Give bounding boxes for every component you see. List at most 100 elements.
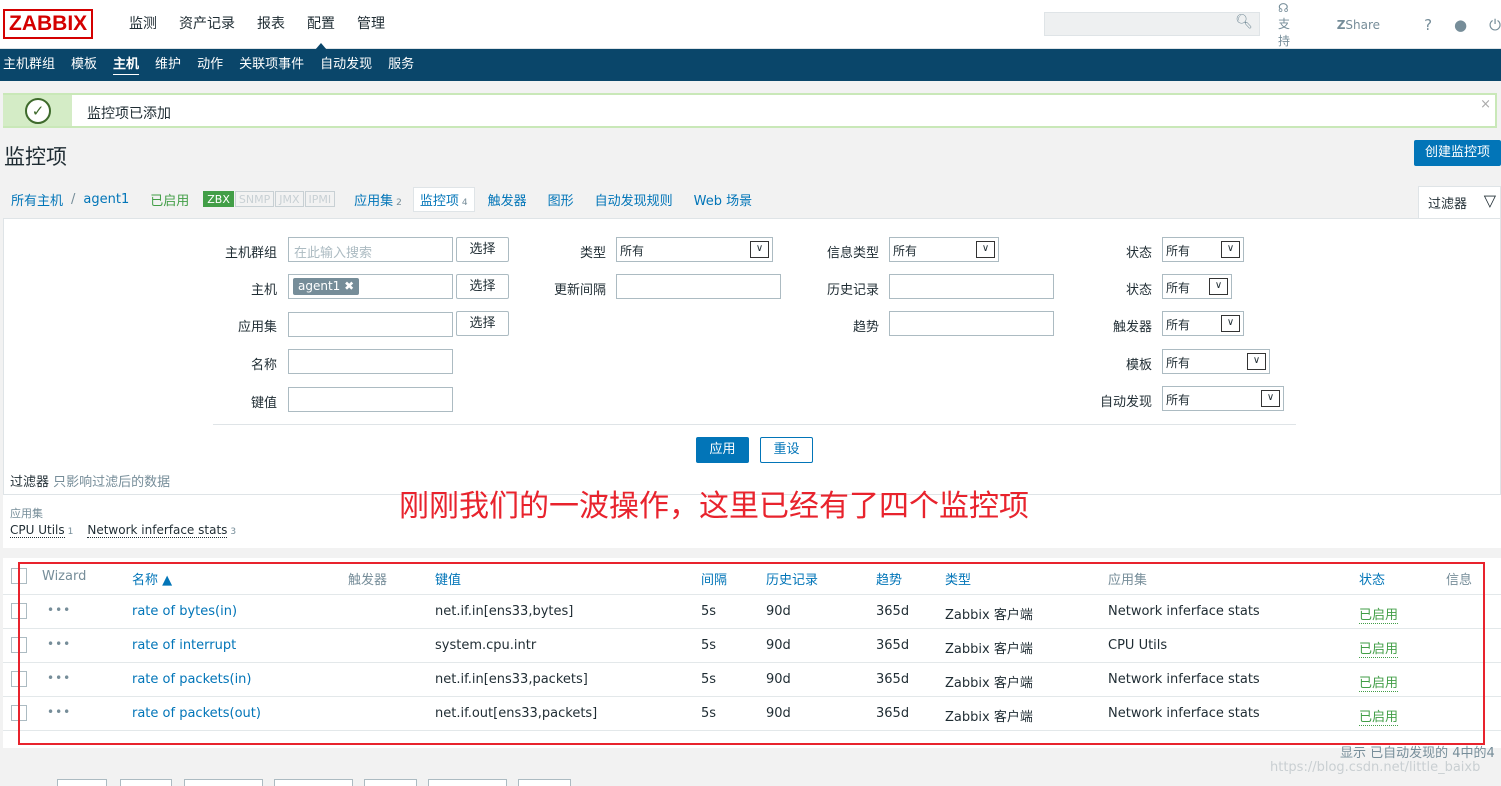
search-icon[interactable]: 🔍︎ [1235, 14, 1253, 30]
subnav-actions[interactable]: 动作 [194, 49, 234, 81]
discovery-select-value: 所有 [1166, 393, 1191, 407]
success-icon-box: ✓ [3, 95, 72, 126]
host-group-select-button[interactable]: 选择 [456, 237, 509, 262]
application-link[interactable]: Network inferface stats [87, 523, 228, 538]
subnav-maintenance[interactable]: 维护 [152, 49, 192, 81]
trends-input[interactable] [889, 311, 1054, 336]
host-multiselect[interactable]: agent1 ✖ [288, 274, 453, 299]
support-label: 支持 [1278, 16, 1291, 48]
history-input[interactable] [889, 274, 1054, 299]
annotation-highlight-box [18, 562, 1485, 745]
host-label: 主机 [250, 283, 277, 298]
type-select[interactable]: 所有 ∨ [616, 237, 773, 262]
status-select[interactable]: 所有 ∨ [1162, 237, 1244, 262]
ipmi-tag: IPMI [304, 191, 336, 207]
support-link[interactable]: ☊ 支持 [1278, 1, 1315, 49]
subnav-services[interactable]: 服务 [385, 49, 425, 81]
subnav-hosts[interactable]: 主机 [110, 49, 150, 81]
tab-applications-label: 应用集 [354, 193, 394, 209]
global-search-input[interactable]: 🔍︎ [1044, 12, 1260, 36]
tab-items[interactable]: 监控项 4 [412, 186, 475, 212]
subnav-event-correlation[interactable]: 关联项事件 [236, 49, 315, 81]
breadcrumb-all-hosts[interactable]: 所有主机 [11, 190, 63, 209]
availability-tags: ZBX SNMP JMX IPMI [203, 191, 336, 207]
application-link[interactable]: CPU Utils [10, 523, 65, 538]
tab-triggers[interactable]: 触发器 [488, 190, 527, 209]
state-select-value: 所有 [1166, 281, 1191, 295]
host-chip-label: agent1 [298, 279, 341, 293]
apply-button[interactable]: 应用 [696, 437, 749, 463]
filter-tab[interactable]: 过滤器 ▽ [1418, 186, 1501, 218]
chevron-down-icon: ∨ [750, 241, 769, 258]
host-group-label: 主机群组 [224, 246, 277, 261]
close-icon[interactable]: × [1480, 97, 1491, 112]
nav-monitoring[interactable]: 监测 [118, 0, 168, 49]
remove-icon[interactable]: ✖ [344, 279, 354, 293]
table-footer-info: 显示 已自动发现的 4中的4 [1340, 746, 1495, 761]
state-select[interactable]: 所有 ∨ [1162, 274, 1232, 299]
name-label: 名称 [250, 358, 277, 373]
sub-nav: 主机群组 模板 主机 维护 动作 关联项事件 自动发现 服务 [0, 49, 1501, 81]
annotation-text: 刚刚我们的一波操作，这里已经有了四个监控项 [399, 489, 1029, 524]
template-select[interactable]: 所有 ∨ [1162, 349, 1270, 374]
tab-graphs[interactable]: 图形 [548, 190, 574, 209]
mass-action-button[interactable] [57, 779, 107, 786]
mass-action-button[interactable] [120, 779, 172, 786]
reset-button[interactable]: 重设 [760, 437, 813, 463]
discovery-select[interactable]: 所有 ∨ [1162, 386, 1284, 411]
type-select-value: 所有 [620, 244, 645, 258]
success-message-text: 监控项已添加 [87, 106, 171, 122]
zabbix-logo[interactable]: ZABBIX [3, 9, 94, 39]
discovery-label: 自动发现 [1099, 395, 1152, 410]
help-icon[interactable]: ? [1424, 16, 1432, 34]
history-label: 历史记录 [826, 283, 879, 298]
share-link[interactable]: ZShare [1337, 18, 1402, 32]
user-profile-icon[interactable]: ● [1454, 16, 1467, 34]
application-label: 应用集 [237, 320, 277, 335]
info-type-select[interactable]: 所有 ∨ [889, 237, 999, 262]
subnav-discovery[interactable]: 自动发现 [317, 49, 383, 81]
chevron-down-icon: ∨ [1209, 278, 1228, 295]
update-interval-input[interactable] [616, 274, 781, 299]
filter-note: 过滤器 只影响过滤后的数据 [10, 471, 170, 490]
nav-configuration[interactable]: 配置 [296, 0, 346, 50]
host-status-enabled[interactable]: 已启用 [150, 190, 189, 209]
tab-applications[interactable]: 应用集 2 [354, 190, 402, 209]
nav-administration[interactable]: 管理 [346, 0, 396, 49]
mass-action-button[interactable] [184, 779, 263, 786]
key-input[interactable] [288, 387, 453, 412]
jmx-tag: JMX [275, 191, 304, 207]
funnel-icon: ▽ [1483, 191, 1496, 210]
share-label: Share [1345, 17, 1381, 32]
nav-reports[interactable]: 报表 [246, 0, 296, 49]
mass-action-button[interactable] [274, 779, 353, 786]
top-bar: ZABBIX 监测 资产记录 报表 配置 管理 🔍︎ ☊ 支持 ZShare ?… [0, 0, 1501, 50]
zbx-tag: ZBX [203, 191, 234, 207]
mass-action-button[interactable] [428, 779, 507, 786]
triggers-select-value: 所有 [1166, 318, 1191, 332]
name-input[interactable] [288, 349, 453, 374]
host-group-input[interactable]: 在此输入搜索 [288, 237, 453, 262]
headset-icon: ☊ [1278, 0, 1289, 15]
snmp-tag: SNMP [234, 191, 275, 207]
tab-discovery-rules[interactable]: 自动发现规则 [595, 190, 673, 209]
sign-out-icon[interactable]: ⏻ [1489, 16, 1501, 34]
tab-web-scenarios[interactable]: Web 场景 [694, 190, 752, 209]
tab-applications-count: 2 [396, 197, 402, 208]
mass-action-button[interactable] [518, 779, 571, 786]
host-select-button[interactable]: 选择 [456, 274, 509, 299]
create-item-button[interactable]: 创建监控项 [1414, 140, 1501, 166]
checkmark-icon: ✓ [25, 98, 51, 124]
nav-inventory[interactable]: 资产记录 [168, 0, 246, 49]
application-select-button[interactable]: 选择 [456, 311, 509, 336]
update-interval-label: 更新间隔 [553, 283, 606, 298]
application-input[interactable] [288, 312, 453, 337]
chevron-down-icon: ∨ [976, 241, 995, 258]
mass-action-button[interactable] [364, 779, 417, 786]
subnav-host-groups[interactable]: 主机群组 [0, 49, 66, 81]
page-title: 监控项 [4, 145, 67, 169]
subnav-templates[interactable]: 模板 [68, 49, 108, 81]
breadcrumb-host[interactable]: agent1 [83, 192, 129, 207]
applications-list: CPU Utils 1 Network inferface stats 3 [10, 523, 250, 538]
triggers-select[interactable]: 所有 ∨ [1162, 311, 1244, 336]
